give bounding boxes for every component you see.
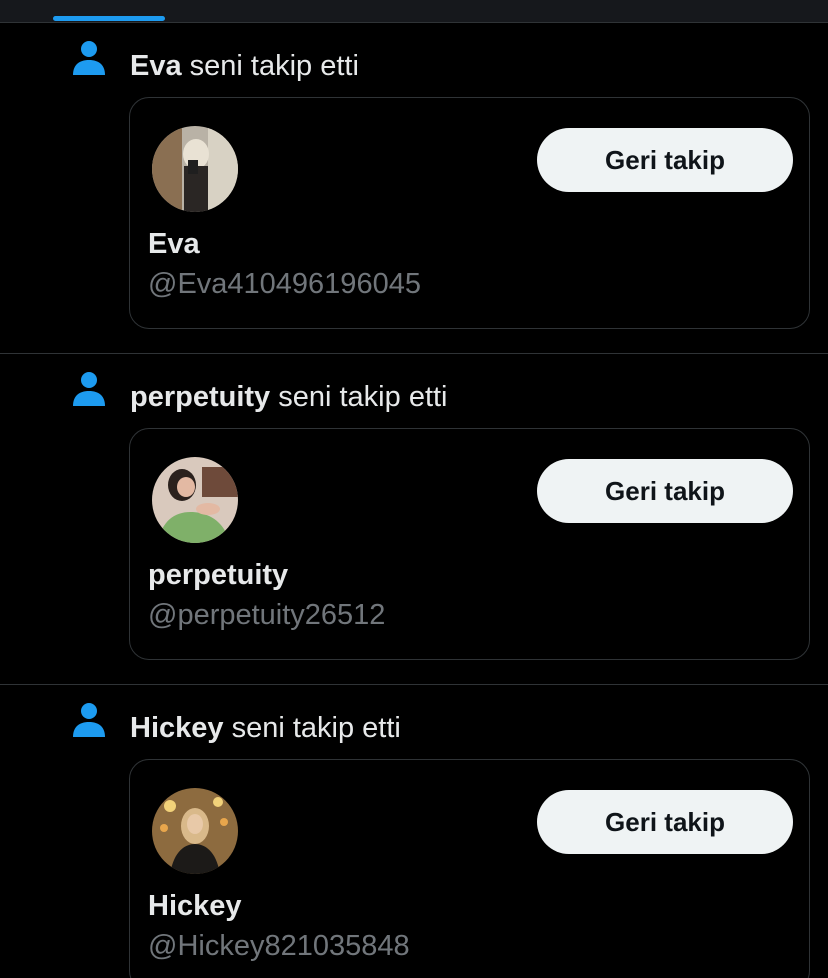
user-handle[interactable]: @perpetuity26512 [148, 597, 385, 633]
follower-name[interactable]: perpetuity [130, 381, 270, 413]
notification-headline: Eva seni takip etti [130, 47, 359, 85]
follow-notification[interactable]: Eva seni takip etti Geri takip Eva @Eva4… [0, 23, 828, 354]
user-handle[interactable]: @Eva410496196045 [148, 266, 421, 302]
user-display-name[interactable]: Hickey [148, 888, 242, 924]
notifications-page: Eva seni takip etti Geri takip Eva @Eva4… [0, 0, 828, 978]
person-icon [73, 703, 105, 737]
user-display-name[interactable]: Eva [148, 226, 200, 262]
follow-back-button[interactable]: Geri takip [537, 459, 793, 523]
notification-headline: Hickey seni takip etti [130, 709, 401, 747]
follower-name[interactable]: Hickey [130, 712, 224, 744]
follow-back-button[interactable]: Geri takip [537, 790, 793, 854]
tab-bar [0, 0, 828, 23]
notification-action-text: seni takip etti [181, 50, 359, 82]
user-card[interactable]: Geri takip Hickey @Hickey821035848 [129, 759, 810, 978]
person-icon [73, 41, 105, 75]
user-handle[interactable]: @Hickey821035848 [148, 928, 410, 964]
user-display-name[interactable]: perpetuity [148, 557, 288, 593]
notification-action-text: seni takip etti [223, 712, 401, 744]
avatar[interactable] [152, 788, 238, 874]
user-card[interactable]: Geri takip perpetuity @perpetuity26512 [129, 428, 810, 660]
notification-action-text: seni takip etti [270, 381, 448, 413]
follow-back-button[interactable]: Geri takip [537, 128, 793, 192]
avatar[interactable] [152, 126, 238, 212]
notification-headline: perpetuity seni takip etti [130, 378, 448, 416]
active-tab-indicator [53, 16, 165, 21]
user-card[interactable]: Geri takip Eva @Eva410496196045 [129, 97, 810, 329]
follow-notification[interactable]: perpetuity seni takip etti Geri takip pe… [0, 354, 828, 685]
avatar[interactable] [152, 457, 238, 543]
follower-name[interactable]: Eva [130, 50, 182, 82]
follow-notification[interactable]: Hickey seni takip etti Geri takip Hickey… [0, 685, 828, 978]
person-icon [73, 372, 105, 406]
